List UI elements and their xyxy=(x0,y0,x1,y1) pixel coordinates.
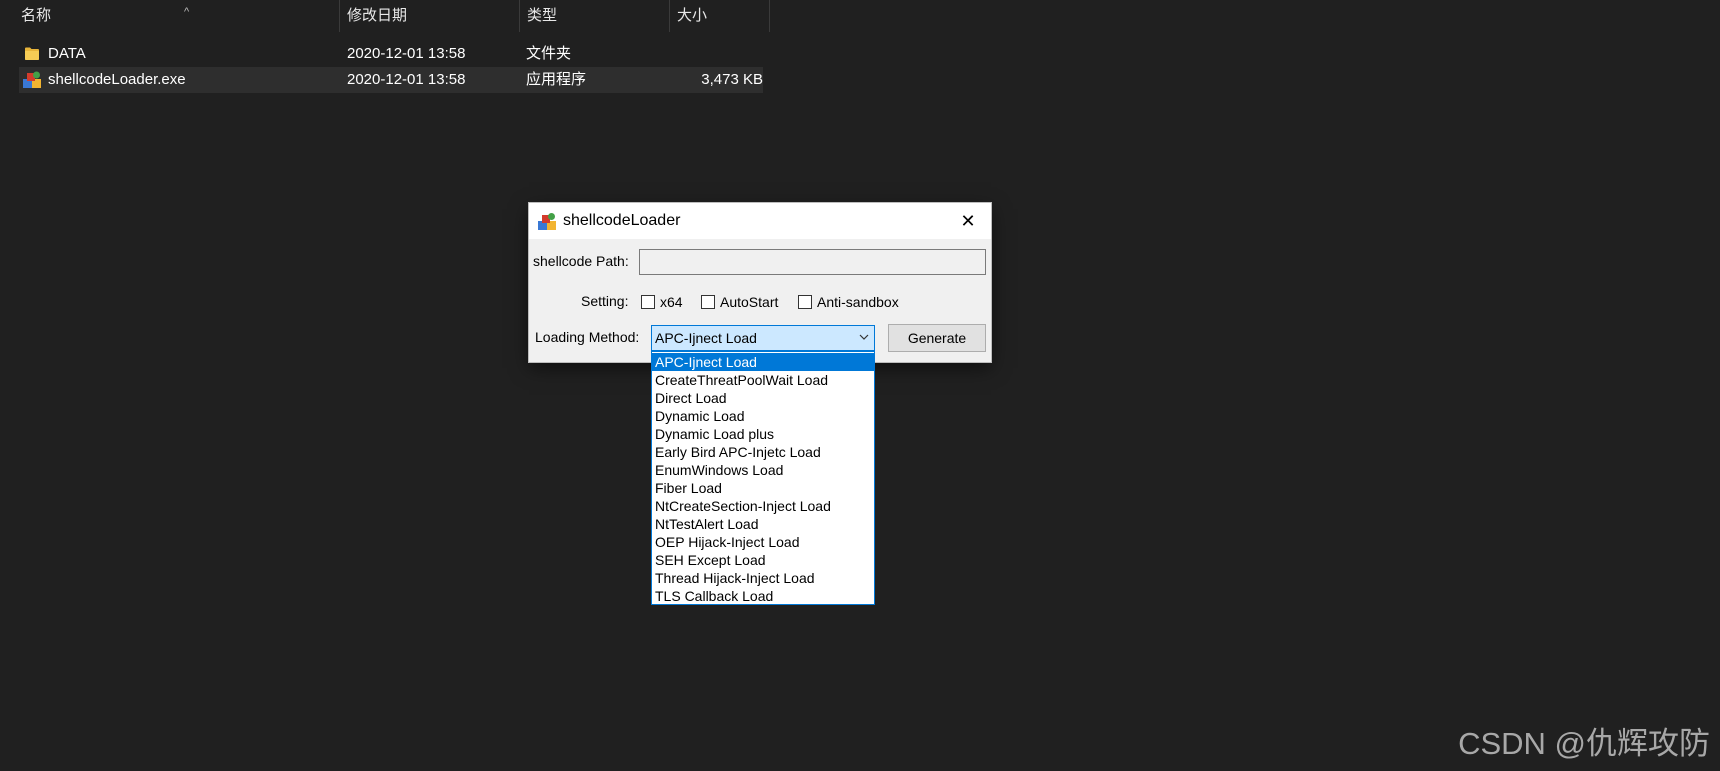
column-header-size-label: 大小 xyxy=(677,7,708,24)
close-icon: ✕ xyxy=(960,211,976,231)
column-header-modified[interactable]: 修改日期 xyxy=(340,0,520,32)
chevron-down-icon xyxy=(859,334,869,340)
column-header-modified-label: 修改日期 xyxy=(347,7,408,24)
loading-method-selected-value: APC-Ijnect Load xyxy=(655,330,757,346)
dropdown-option[interactable]: Fiber Load xyxy=(652,479,874,497)
shellcodeloader-dialog: shellcodeLoader ✕ shellcode Path: Settin… xyxy=(529,203,991,362)
autostart-checkbox[interactable] xyxy=(701,295,715,309)
shellcode-path-input[interactable] xyxy=(639,249,986,275)
dropdown-option[interactable]: EnumWindows Load xyxy=(652,461,874,479)
dropdown-option[interactable]: APC-Ijnect Load xyxy=(652,353,874,371)
dropdown-option[interactable]: OEP Hijack-Inject Load xyxy=(652,533,874,551)
anti-sandbox-checkbox-label[interactable]: Anti-sandbox xyxy=(817,294,899,310)
watermark: CSDN @仇辉攻防 xyxy=(1458,726,1710,761)
column-header-size[interactable]: 大小 xyxy=(670,0,770,32)
dropdown-option[interactable]: Dynamic Load plus xyxy=(652,425,874,443)
dropdown-option[interactable]: NtTestAlert Load xyxy=(652,515,874,533)
file-row-shellcodeloader-exe[interactable]: shellcodeLoader.exe 2020-12-01 13:58 应用程… xyxy=(19,67,763,93)
dropdown-option[interactable]: CreateThreatPoolWait Load xyxy=(652,371,874,389)
close-button[interactable]: ✕ xyxy=(945,203,991,239)
dropdown-option[interactable]: TLS Callback Load xyxy=(652,587,874,605)
column-divider[interactable] xyxy=(769,0,770,32)
column-header-type-label: 类型 xyxy=(527,7,558,24)
generate-button[interactable]: Generate xyxy=(888,324,986,352)
dropdown-option[interactable]: Thread Hijack-Inject Load xyxy=(652,569,874,587)
dropdown-option[interactable]: Early Bird APC-Injetc Load xyxy=(652,443,874,461)
folder-icon xyxy=(25,47,39,60)
column-header-type[interactable]: 类型 xyxy=(520,0,670,32)
x64-checkbox-label[interactable]: x64 xyxy=(660,294,683,310)
dropdown-option[interactable]: Direct Load xyxy=(652,389,874,407)
file-type: 文件夹 xyxy=(526,45,572,62)
x64-checkbox[interactable] xyxy=(641,295,655,309)
file-modified: 2020-12-01 13:58 xyxy=(347,45,466,62)
setting-label: Setting: xyxy=(581,293,629,309)
shellcode-path-label: shellcode Path: xyxy=(533,253,629,269)
loading-method-select[interactable]: APC-Ijnect Load xyxy=(651,325,875,351)
column-header-name[interactable]: 名称 ^ xyxy=(14,0,339,32)
file-name: DATA xyxy=(48,45,86,62)
dialog-title: shellcodeLoader xyxy=(563,212,681,229)
app-icon xyxy=(538,213,556,230)
loading-method-dropdown-list: APC-Ijnect Load CreateThreatPoolWait Load… xyxy=(651,351,875,605)
exe-icon xyxy=(23,71,41,88)
autostart-checkbox-label[interactable]: AutoStart xyxy=(720,294,778,310)
sort-ascending-icon: ^ xyxy=(184,6,190,18)
file-type: 应用程序 xyxy=(526,71,587,88)
dialog-titlebar[interactable]: shellcodeLoader ✕ xyxy=(529,203,991,239)
anti-sandbox-checkbox[interactable] xyxy=(798,295,812,309)
dropdown-option[interactable]: SEH Except Load xyxy=(652,551,874,569)
file-name: shellcodeLoader.exe xyxy=(48,71,186,88)
dropdown-option[interactable]: NtCreateSection-Inject Load xyxy=(652,497,874,515)
file-row-data-folder[interactable]: DATA 2020-12-01 13:58 文件夹 xyxy=(19,41,763,67)
dropdown-option[interactable]: Dynamic Load xyxy=(652,407,874,425)
loading-method-label: Loading Method: xyxy=(535,329,640,345)
column-header-name-label: 名称 xyxy=(21,7,52,24)
file-size: 3,473 KB xyxy=(701,71,763,88)
file-modified: 2020-12-01 13:58 xyxy=(347,71,466,88)
